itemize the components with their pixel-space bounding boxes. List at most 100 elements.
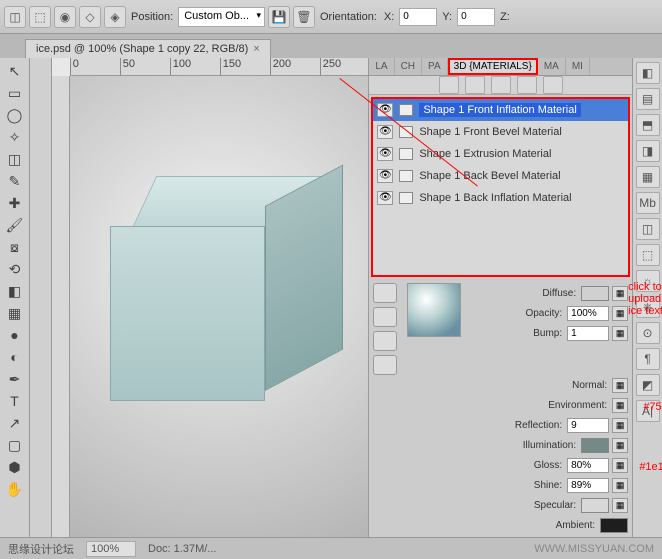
- shape-tool[interactable]: ▢: [2, 434, 26, 456]
- preview-mode-3[interactable]: [373, 331, 397, 351]
- gloss-label: Gloss:: [534, 460, 562, 471]
- visibility-icon[interactable]: 👁: [377, 169, 393, 183]
- material-row[interactable]: 👁 Shape 1 Extrusion Material: [373, 143, 628, 165]
- preview-mode-4[interactable]: [373, 355, 397, 375]
- reflection-texture-btn[interactable]: ▦: [612, 418, 628, 433]
- ruler-vertical: [52, 76, 70, 537]
- heal-tool[interactable]: ✚: [2, 192, 26, 214]
- blur-tool[interactable]: ●: [2, 324, 26, 346]
- tool-icon-1[interactable]: ◫: [4, 6, 26, 28]
- pen-tool[interactable]: ✒: [2, 368, 26, 390]
- diffuse-texture-btn[interactable]: ▦: [612, 286, 628, 301]
- preview-mode-2[interactable]: [373, 307, 397, 327]
- panel-icon-6[interactable]: Mb: [636, 192, 660, 214]
- tab-ma[interactable]: MA: [538, 58, 566, 75]
- material-row[interactable]: 👁 Shape 1 Back Inflation Material: [373, 187, 628, 209]
- specular-texture-btn[interactable]: ▦: [612, 498, 628, 513]
- illumination-swatch[interactable]: [581, 438, 609, 453]
- tab-la[interactable]: LA: [369, 58, 394, 75]
- gloss-texture-btn[interactable]: ▦: [612, 458, 628, 473]
- tab-mi[interactable]: MI: [566, 58, 590, 75]
- edge-strip: [30, 58, 52, 537]
- panel-icon-7[interactable]: ◫: [636, 218, 660, 240]
- tool-icon-2[interactable]: ⬚: [29, 6, 51, 28]
- mode-icon-3[interactable]: [491, 76, 511, 94]
- position-dropdown[interactable]: Custom Ob...: [178, 7, 265, 27]
- crop-tool[interactable]: ◫: [2, 148, 26, 170]
- illumination-texture-btn[interactable]: ▦: [612, 438, 628, 453]
- tool-icon-4[interactable]: ◇: [79, 6, 101, 28]
- trash-icon[interactable]: 🗑: [293, 6, 315, 28]
- shine-input[interactable]: 89%: [567, 478, 609, 493]
- panel-icon-5[interactable]: ▦: [636, 166, 660, 188]
- tab-pa[interactable]: PA: [422, 58, 448, 75]
- tab-ch[interactable]: CH: [395, 58, 422, 75]
- shine-texture-btn[interactable]: ▦: [612, 478, 628, 493]
- dodge-tool[interactable]: ◐: [2, 346, 26, 368]
- normal-texture-btn[interactable]: ▦: [612, 378, 628, 393]
- ruler-horizontal: 050100150200250300350: [70, 58, 369, 76]
- materials-list: 👁 Shape 1 Front Inflation Material 👁 Sha…: [371, 97, 630, 277]
- main-area: ↖ ▭ ◯ ✧ ◫ ✎ ✚ 🖌 ⧇ ⟲ ◧ ▦ ● ◐ ✒ T ↗ ▢ ⬢ ✋ …: [0, 58, 662, 537]
- panel-icon-1[interactable]: ◧: [636, 62, 660, 84]
- panel-icon-4[interactable]: ◨: [636, 140, 660, 162]
- panel-icon-11[interactable]: ⊙: [636, 322, 660, 344]
- ambient-swatch[interactable]: [600, 518, 628, 533]
- tab-3d-materials[interactable]: 3D {MATERIALS}: [448, 58, 538, 75]
- panel-icon-2[interactable]: ▤: [636, 88, 660, 110]
- type-tool[interactable]: T: [2, 390, 26, 412]
- y-input[interactable]: 0: [457, 8, 495, 26]
- panel-icon-12[interactable]: ¶: [636, 348, 660, 370]
- material-row[interactable]: 👁 Shape 1 Front Inflation Material: [373, 99, 628, 121]
- environment-label: Environment:: [548, 400, 607, 411]
- marquee-tool[interactable]: ▭: [2, 82, 26, 104]
- mode-icon-2[interactable]: [465, 76, 485, 94]
- move-tool[interactable]: ↖: [2, 60, 26, 82]
- visibility-icon[interactable]: 👁: [377, 191, 393, 205]
- mode-icon-5[interactable]: [543, 76, 563, 94]
- visibility-icon[interactable]: 👁: [377, 125, 393, 139]
- wand-tool[interactable]: ✧: [2, 126, 26, 148]
- hand-tool[interactable]: ✋: [2, 478, 26, 500]
- eraser-tool[interactable]: ◧: [2, 280, 26, 302]
- panel-icon-3[interactable]: ⬒: [636, 114, 660, 136]
- stamp-tool[interactable]: ⧇: [2, 236, 26, 258]
- mode-icon-4[interactable]: [517, 76, 537, 94]
- specular-swatch[interactable]: [581, 498, 609, 513]
- 3d-tool[interactable]: ⬢: [2, 456, 26, 478]
- environment-texture-btn[interactable]: ▦: [612, 398, 628, 413]
- eyedrop-tool[interactable]: ✎: [2, 170, 26, 192]
- preview-mode-1[interactable]: [373, 283, 397, 303]
- zoom-input[interactable]: 100%: [86, 541, 136, 557]
- opacity-input[interactable]: 100%: [567, 306, 609, 321]
- bump-texture-btn[interactable]: ▦: [612, 326, 628, 341]
- material-swatch: [399, 170, 413, 182]
- document-tab[interactable]: ice.psd @ 100% (Shape 1 copy 22, RGB/8) …: [25, 39, 271, 58]
- reflection-input[interactable]: 9: [567, 418, 609, 433]
- material-preview-sphere[interactable]: [407, 283, 461, 337]
- brush-tool[interactable]: 🖌: [2, 214, 26, 236]
- x-input[interactable]: 0: [399, 8, 437, 26]
- panel-icon-13[interactable]: ◩: [636, 374, 660, 396]
- visibility-icon[interactable]: 👁: [377, 103, 393, 117]
- lasso-tool[interactable]: ◯: [2, 104, 26, 126]
- canvas[interactable]: [70, 76, 369, 537]
- close-tab-icon[interactable]: ×: [253, 43, 259, 55]
- tool-icon-3[interactable]: ◉: [54, 6, 76, 28]
- gloss-input[interactable]: 80%: [567, 458, 609, 473]
- gradient-tool[interactable]: ▦: [2, 302, 26, 324]
- panel-icon-8[interactable]: ⬚: [636, 244, 660, 266]
- material-name: Shape 1 Back Bevel Material: [419, 170, 560, 182]
- mode-icon-1[interactable]: [439, 76, 459, 94]
- opacity-texture-btn[interactable]: ▦: [612, 306, 628, 321]
- material-row[interactable]: 👁 Shape 1 Front Bevel Material: [373, 121, 628, 143]
- path-tool[interactable]: ↗: [2, 412, 26, 434]
- tool-icon-5[interactable]: ◈: [104, 6, 126, 28]
- watermark-left: 思缘设计论坛: [8, 541, 74, 557]
- history-tool[interactable]: ⟲: [2, 258, 26, 280]
- diffuse-swatch[interactable]: [581, 286, 609, 301]
- visibility-icon[interactable]: 👁: [377, 147, 393, 161]
- material-row[interactable]: 👁 Shape 1 Back Bevel Material: [373, 165, 628, 187]
- save-icon[interactable]: 💾: [268, 6, 290, 28]
- bump-input[interactable]: 1: [567, 326, 609, 341]
